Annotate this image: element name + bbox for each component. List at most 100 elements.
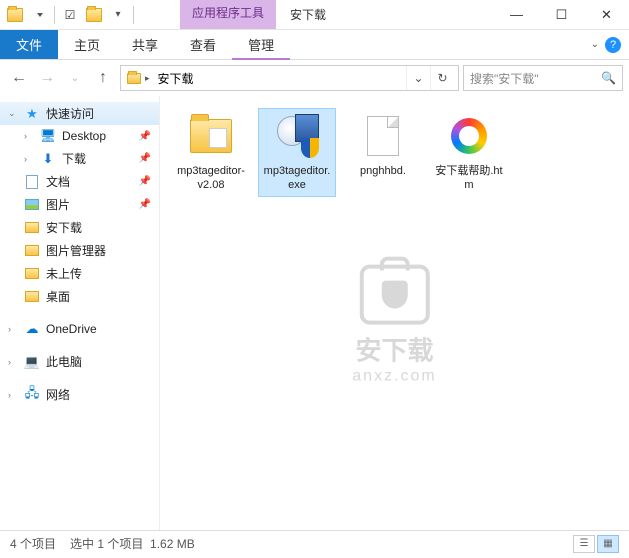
status-bar: 4 个项目 选中 1 个项目 1.62 MB ☰ ▦ [0,530,629,556]
contextual-tab-header: 应用程序工具 [180,0,276,29]
nav-label: 文档 [46,173,70,190]
maximize-button[interactable]: ☐ [539,0,584,30]
download-icon: ⬇ [40,151,56,167]
quick-access-root[interactable]: ⌄ ★ 快速访问 [0,102,159,125]
file-tab[interactable]: 文件 [0,30,58,59]
forward-button[interactable]: → [34,65,60,91]
watermark-main: 安下载 [355,331,433,368]
window-controls: — ☐ ✕ [494,0,629,30]
folder-icon[interactable] [4,4,26,26]
pin-icon: 📌 [139,131,151,142]
address-bar[interactable]: ▸ 安下载 ⌄ ↻ [120,65,459,91]
file-item-htm[interactable]: 安下载帮助.htm [430,108,508,197]
sidebar-item-documents[interactable]: 文档 📌 [0,170,159,193]
close-button[interactable]: ✕ [584,0,629,30]
qat-dropdown[interactable] [28,4,50,26]
back-button[interactable]: ← [6,65,32,91]
explorer-body: ⌄ ★ 快速访问 › 🖥 Desktop 📌 › ⬇ 下载 📌 文档 📌 图片 … [0,96,629,530]
folder-icon [24,289,40,305]
search-placeholder: 搜索"安下载" [470,70,539,87]
tab-share[interactable]: 共享 [116,30,174,59]
sidebar-item-network[interactable]: › 🖧 网络 [0,383,159,406]
desktop-icon: 🖥 [40,128,56,144]
pc-icon: 💻 [24,354,40,370]
ribbon-tabs: 文件 主页 共享 查看 管理 ⌄ ? [0,30,629,60]
expand-icon[interactable]: › [24,154,34,164]
sidebar-item-downloads[interactable]: › ⬇ 下载 📌 [0,147,159,170]
selection-info: 选中 1 个项目 1.62 MB [70,535,195,552]
sidebar-item-onedrive[interactable]: › ☁ OneDrive [0,318,159,340]
nav-label: 安下载 [46,219,82,236]
folder-icon [24,243,40,259]
file-item-folder[interactable]: mp3tageditor-v2.08 [172,108,250,197]
expand-icon[interactable]: › [24,131,34,141]
tab-home[interactable]: 主页 [58,30,116,59]
sidebar-item-thispc[interactable]: › 💻 此电脑 [0,350,159,373]
quick-access-toolbar: ☑ ▾ [0,4,140,26]
tab-view[interactable]: 查看 [174,30,232,59]
divider [54,6,55,24]
minimize-button[interactable]: — [494,0,539,30]
tab-manage[interactable]: 管理 [232,30,290,60]
details-view-button[interactable]: ☰ [573,535,595,553]
address-location: 安下载 [158,70,194,87]
nav-label: 图片 [46,196,70,213]
address-root[interactable]: ▸ [125,73,152,84]
search-input[interactable]: 搜索"安下载" 🔍 [463,65,623,91]
folder-icon[interactable] [83,4,105,26]
star-icon: ★ [24,106,40,122]
tool-context-label: 应用程序工具 [192,6,264,20]
file-item-text[interactable]: pnghhbd. [344,108,422,182]
sidebar-item-folder[interactable]: 未上传 [0,262,159,285]
titlebar: ☑ ▾ 应用程序工具 安下载 — ☐ ✕ [0,0,629,30]
file-item-exe[interactable]: mp3tageditor.exe [258,108,336,197]
sidebar-item-folder[interactable]: 图片管理器 [0,239,159,262]
file-name: mp3tageditor.exe [262,164,332,193]
file-list-area[interactable]: mp3tageditor-v2.08 mp3tageditor.exe pngh… [160,96,629,530]
expand-icon[interactable]: ⌄ [8,108,18,119]
expand-icon[interactable]: › [8,357,18,367]
folder-icon [24,220,40,236]
sidebar-item-pictures[interactable]: 图片 📌 [0,193,159,216]
expand-icon[interactable]: › [8,390,18,400]
nav-label: 图片管理器 [46,242,106,259]
qat-customize[interactable]: ▾ [107,4,129,26]
sidebar-item-folder[interactable]: 安下载 [0,216,159,239]
text-file-icon [359,112,407,160]
pin-icon: 📌 [139,176,151,187]
refresh-button[interactable]: ↻ [430,66,454,90]
expand-icon[interactable]: › [8,324,18,334]
watermark: 安下载 anxz.com [352,265,436,386]
sidebar-item-folder[interactable]: 桌面 [0,285,159,308]
nav-label: 此电脑 [46,353,82,370]
ribbon-collapse-icon[interactable]: ⌄ [591,39,599,50]
help-icon[interactable]: ? [605,37,621,53]
sidebar-item-desktop[interactable]: › 🖥 Desktop 📌 [0,125,159,147]
folder-icon [24,266,40,282]
history-dropdown[interactable]: ⌄ [62,65,88,91]
nav-label: 网络 [46,386,70,403]
up-button[interactable]: ↑ [90,65,116,91]
icons-view-button[interactable]: ▦ [597,535,619,553]
watermark-lock-icon [360,265,430,325]
folder-icon [127,73,141,84]
search-icon: 🔍 [601,71,616,85]
file-name: mp3tageditor-v2.08 [176,164,246,193]
address-segment[interactable]: 安下载 [156,70,196,87]
view-mode-buttons: ☰ ▦ [573,535,619,553]
htm-file-icon [445,112,493,160]
properties-checkbox[interactable]: ☑ [59,4,81,26]
window-title: 安下载 [276,0,340,29]
title-context-tabs: 应用程序工具 安下载 [180,0,340,29]
nav-label: OneDrive [46,322,97,336]
network-icon: 🖧 [24,387,40,403]
file-name: 安下载帮助.htm [434,164,504,193]
address-dropdown[interactable]: ⌄ [406,66,430,90]
pin-icon: 📌 [139,199,151,210]
nav-label: 下载 [62,150,86,167]
document-icon [24,174,40,190]
chevron-right-icon[interactable]: ▸ [145,73,150,84]
quick-access-label: 快速访问 [46,105,94,122]
watermark-sub: anxz [352,368,394,385]
nav-label: 未上传 [46,265,82,282]
